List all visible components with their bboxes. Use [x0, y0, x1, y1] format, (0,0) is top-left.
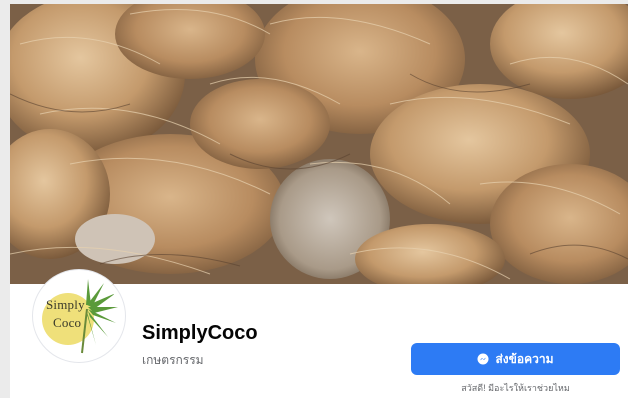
coconut-husks-image	[10, 4, 628, 284]
page-logo: Simply Coco	[38, 275, 120, 357]
page-category[interactable]: เกษตรกรรม	[142, 351, 204, 370]
facebook-page-header: Simply Coco SimplyCoco เกษตรกรรม ส่งข้อค…	[10, 4, 628, 398]
messenger-icon	[477, 353, 489, 365]
send-message-button[interactable]: ส่งข้อความ	[411, 343, 620, 375]
page-title[interactable]: SimplyCoco	[142, 322, 258, 345]
screenshot-frame: Simply Coco SimplyCoco เกษตรกรรม ส่งข้อค…	[0, 0, 628, 398]
logo-text-line1: Simply	[46, 297, 85, 312]
cover-photo[interactable]	[10, 4, 628, 284]
send-message-label: ส่งข้อความ	[495, 351, 554, 366]
logo-text-line2: Coco	[53, 315, 82, 330]
profile-picture[interactable]: Simply Coco	[33, 270, 125, 362]
greeting-text: สวัสดี! มีอะไรให้เราช่วยไหม	[461, 383, 570, 393]
